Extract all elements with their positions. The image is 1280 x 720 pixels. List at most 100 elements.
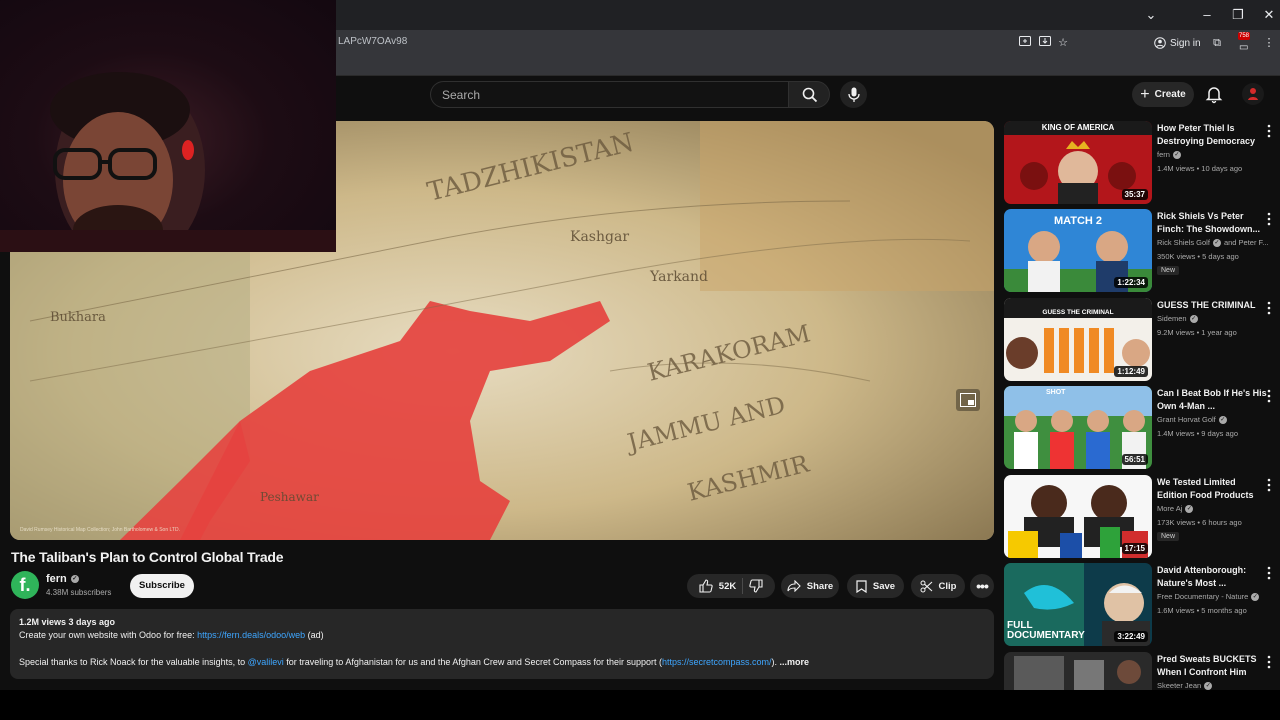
thumbs-down-icon[interactable] — [749, 579, 763, 593]
url-text[interactable]: LAPcW7OAv98 — [338, 36, 407, 47]
more-actions-button[interactable]: ••• — [970, 574, 994, 598]
more-vert-icon[interactable] — [1266, 655, 1272, 669]
search-button[interactable] — [788, 81, 830, 108]
extension-badge-icon[interactable]: 758 ▭ — [1236, 32, 1252, 53]
recommended-channel[interactable]: Rick Shiels Golf ✓ and Peter F... — [1157, 238, 1279, 247]
thumbs-up-icon — [699, 579, 713, 593]
thumbnail-image — [1004, 652, 1152, 690]
recommended-channel[interactable]: Free Documentary - Nature ✓ — [1157, 592, 1279, 601]
recommended-title[interactable]: Can I Beat Bob If He's His Own 4-Man ... — [1157, 387, 1267, 413]
open-in-app-icon[interactable] — [1017, 35, 1033, 51]
recommended-title[interactable]: How Peter Thiel Is Destroying Democracy — [1157, 122, 1267, 148]
thumbnail-caption: GUESS THE CRIMINAL — [1042, 309, 1114, 316]
more-vert-icon[interactable] — [1266, 212, 1272, 226]
recommended-channel[interactable]: More Aj ✓ — [1157, 504, 1279, 513]
description-box[interactable]: 1.2M views 3 days ago Create your own we… — [10, 609, 994, 679]
share-button[interactable]: Share — [781, 574, 839, 598]
video-thumbnail[interactable]: KING OF AMERICA 35:37 — [1004, 121, 1152, 204]
video-duration: 56:51 — [1121, 454, 1148, 465]
more-vert-icon[interactable] — [1266, 566, 1272, 580]
video-thumbnail[interactable]: SHOT 56:51 — [1004, 386, 1152, 469]
show-more-button[interactable]: ...more — [780, 657, 810, 667]
more-vert-icon[interactable] — [1266, 301, 1272, 315]
recommended-title[interactable]: We Tested Limited Edition Food Products — [1157, 476, 1267, 502]
recommended-video[interactable]: MATCH 2 1:22:34 Rick Shiels Vs Peter Fin… — [1004, 209, 1280, 293]
recommended-channel[interactable]: Sidemen ✓ — [1157, 314, 1279, 323]
search-input[interactable]: Search — [430, 81, 788, 108]
share-arrow-icon — [787, 580, 801, 592]
sign-in-label: Sign in — [1170, 37, 1201, 49]
tab-list-chevron-icon[interactable]: ⌄ — [1141, 6, 1161, 24]
channel-extra: and Peter F... — [1223, 238, 1269, 247]
video-thumbnail[interactable]: GUESS THE CRIMINAL 1:12:49 — [1004, 298, 1152, 381]
save-label: Save — [872, 580, 896, 592]
bookmark-star-icon[interactable]: ☆ — [1055, 35, 1071, 51]
minimize-icon[interactable]: – — [1197, 6, 1217, 24]
more-vert-icon[interactable] — [1266, 124, 1272, 138]
restore-icon[interactable]: ❐ — [1228, 6, 1248, 24]
recommended-video[interactable]: 17:15 We Tested Limited Edition Food Pro… — [1004, 475, 1280, 559]
notifications-bell-icon[interactable] — [1204, 84, 1224, 104]
recommended-video[interactable]: GUESS THE CRIMINAL 1:12:49 GUESS THE CRI… — [1004, 298, 1280, 382]
extensions-puzzle-icon[interactable]: ⧉ — [1209, 35, 1225, 51]
video-thumbnail[interactable]: 17:15 — [1004, 475, 1152, 558]
more-vert-icon[interactable] — [1266, 389, 1272, 403]
recommended-channel[interactable]: Skeeter Jean ✓ — [1157, 681, 1279, 690]
recommended-channel[interactable]: Grant Horvat Golf ✓ — [1157, 415, 1279, 424]
description-line-1-text: Create your own website with Odoo for fr… — [19, 630, 198, 640]
subscribe-button[interactable]: Subscribe — [130, 574, 194, 598]
handle-link[interactable]: @valilevi — [248, 657, 284, 667]
account-avatar[interactable] — [1242, 83, 1264, 105]
thumbnail-caption: SHOT — [1046, 389, 1066, 396]
svg-text:Bukhara: Bukhara — [50, 310, 106, 325]
recommended-meta: 1.4M views • 10 days ago — [1157, 164, 1243, 173]
channel-name-link[interactable]: fern ✓ — [46, 573, 79, 585]
webcam-person-image — [0, 72, 336, 252]
map-credit-text: David Rumsey Historical Map Collection; … — [20, 527, 180, 533]
recommended-title[interactable]: Rick Shiels Vs Peter Finch: The Showdown… — [1157, 210, 1267, 236]
close-icon[interactable]: ✕ — [1259, 6, 1279, 24]
sign-in-button[interactable]: Sign in — [1154, 34, 1201, 52]
browser-menu-icon[interactable]: ⋮ — [1261, 35, 1277, 51]
verified-check-icon: ✓ — [70, 575, 79, 583]
webcam-overlay — [0, 0, 336, 252]
user-circle-icon — [1154, 37, 1166, 49]
video-duration: 17:15 — [1121, 543, 1148, 554]
recommended-title[interactable]: David Attenborough: Nature's Most ... — [1157, 564, 1267, 590]
like-divider — [742, 578, 744, 594]
recommended-title[interactable]: GUESS THE CRIMINAL — [1157, 299, 1267, 312]
recommended-video[interactable]: SHOT 56:51 Can I Beat Bob If He's His Ow… — [1004, 386, 1280, 470]
svg-text:Kashgar: Kashgar — [570, 229, 629, 245]
verified-check-icon: ✓ — [1218, 415, 1227, 424]
bottom-letterbox — [0, 690, 1280, 720]
video-thumbnail[interactable] — [1004, 652, 1152, 690]
miniplayer-button[interactable] — [956, 389, 980, 411]
recommended-video[interactable]: FULL DOCUMENTARY 3:22:49 David Attenboro… — [1004, 563, 1280, 647]
recommended-channel[interactable]: fern ✓ — [1157, 150, 1279, 159]
recommended-video[interactable]: KING OF AMERICA 35:37 How Peter Thiel Is… — [1004, 121, 1280, 205]
clip-label: Clip — [938, 580, 957, 592]
channel-name: Sidemen — [1157, 314, 1187, 323]
install-app-icon[interactable] — [1037, 35, 1053, 51]
voice-search-button[interactable] — [840, 81, 867, 108]
create-button[interactable]: + Create — [1132, 82, 1194, 107]
video-duration: 35:37 — [1121, 189, 1148, 200]
odoo-link[interactable]: https://fern.deals/odoo/web — [197, 630, 305, 640]
new-badge: New — [1157, 532, 1180, 541]
secretcompass-link[interactable]: https://secretcompass.com/ — [662, 657, 772, 667]
more-vert-icon[interactable] — [1266, 478, 1272, 492]
video-thumbnail[interactable]: FULL DOCUMENTARY 3:22:49 — [1004, 563, 1152, 646]
channel-name: Skeeter Jean — [1157, 681, 1202, 690]
video-thumbnail[interactable]: MATCH 2 1:22:34 — [1004, 209, 1152, 292]
video-duration: 3:22:49 — [1114, 631, 1148, 642]
channel-avatar[interactable]: f. — [11, 571, 39, 599]
description-line-1: Create your own website with Odoo for fr… — [19, 630, 324, 640]
recommended-video[interactable]: Pred Sweats BUCKETS When I Confront Him … — [1004, 652, 1280, 690]
description-ad-suffix: (ad) — [305, 630, 324, 640]
extension-badge-count: 758 — [1238, 32, 1251, 40]
clip-button[interactable]: Clip — [911, 574, 965, 598]
recommended-title[interactable]: Pred Sweats BUCKETS When I Confront Him — [1157, 653, 1267, 679]
verified-check-icon: ✓ — [1212, 238, 1221, 247]
like-button[interactable]: 52K — [699, 579, 736, 593]
save-button[interactable]: Save — [847, 574, 904, 598]
